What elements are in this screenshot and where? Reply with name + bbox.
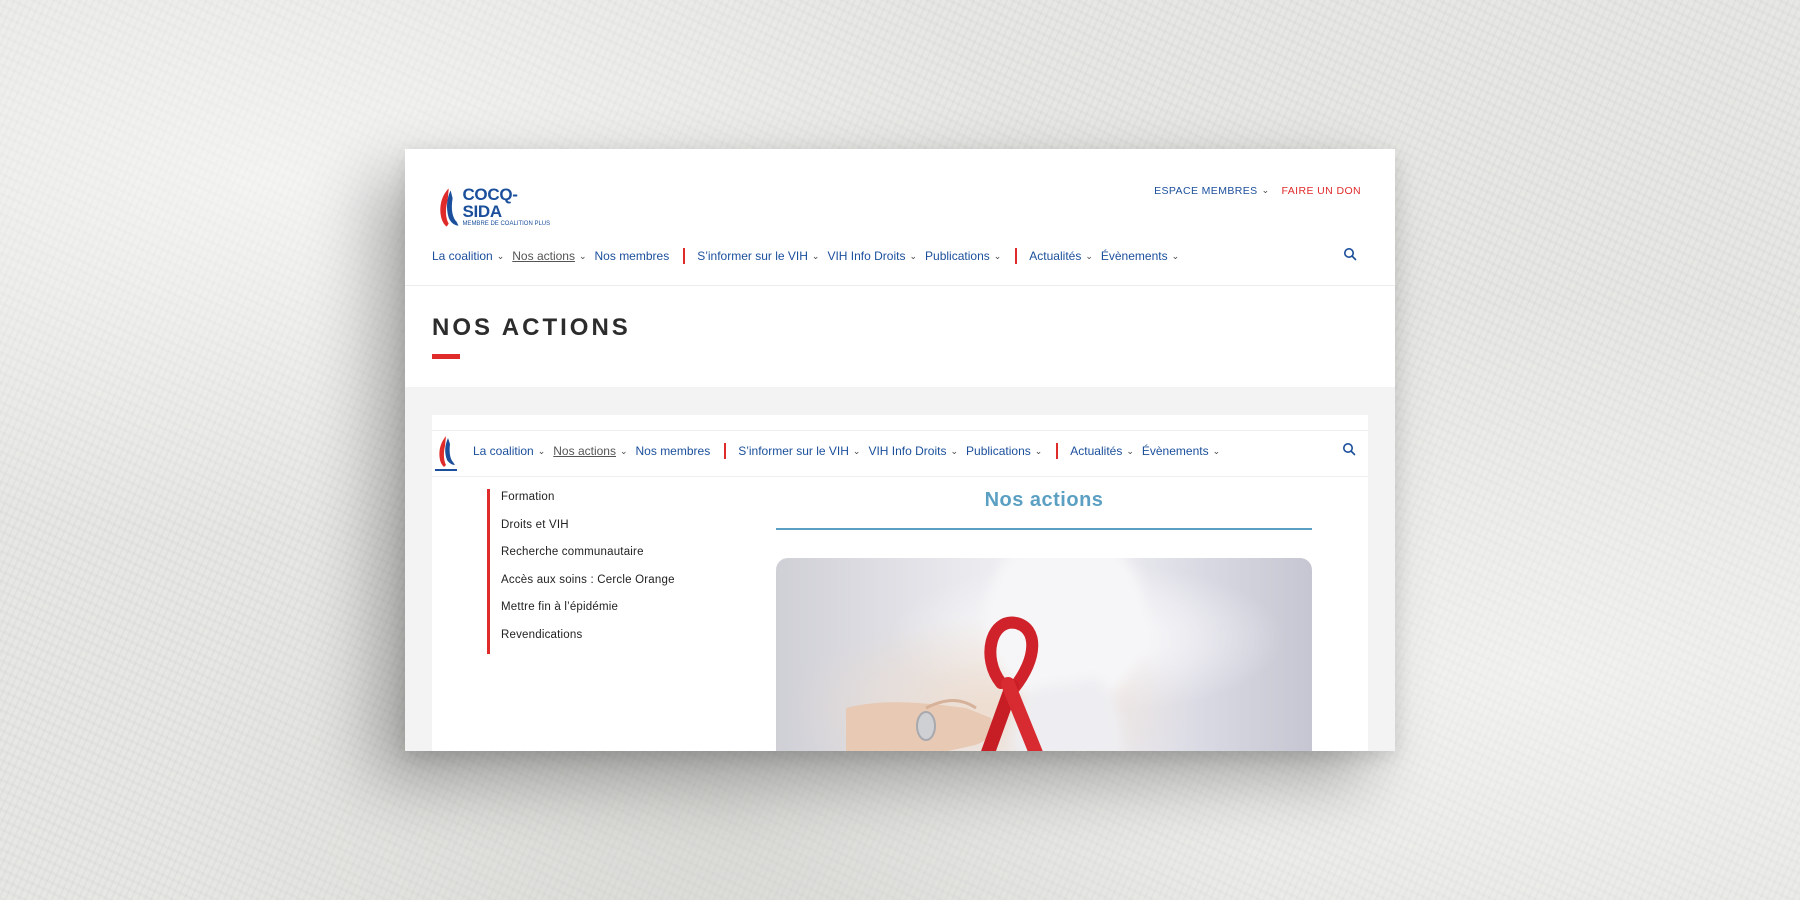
nav-separator [724,443,727,459]
chevron-down-icon: ⌄ [537,446,546,456]
chevron-down-icon: ⌄ [993,251,1002,261]
faire-un-don-link[interactable]: FAIRE UN DON [1282,185,1361,197]
inner-nav-item-vih-info-droits[interactable]: VIH Info Droits ⌄ [868,444,958,458]
top-links: ESPACE MEMBRES ⌄ FAIRE UN DON [1154,185,1361,197]
nav-label: S’informer sur le VIH [738,444,849,458]
nav-item-publications[interactable]: Publications ⌄ [925,249,1001,263]
submenu-item-acces-aux-soins[interactable]: Accès aux soins : Cercle Orange [501,572,675,600]
nav-label: VIH Info Droits [827,249,906,263]
inner-sticky-nav: La coalition ⌄ Nos actions ⌄ Nos membres S… [432,430,1368,477]
chevron-down-icon: ⌄ [1034,446,1043,456]
browser-screen: COCQ-SIDA MEMBRE DE COALITION PLUS ESPAC… [405,149,1395,751]
nav-label: Nos actions [553,444,616,458]
nav-separator [1056,443,1059,459]
submenu-item-recherche-communautaire[interactable]: Recherche communautaire [501,544,675,572]
inner-nav-item-evenements[interactable]: Évènements ⌄ [1142,444,1220,458]
inner-title-rule [776,528,1312,530]
title-underline [432,354,460,359]
nav-item-vih-info-droits[interactable]: VIH Info Droits ⌄ [827,249,917,263]
chevron-down-icon: ⌄ [950,446,959,456]
chevron-down-icon: ⌄ [1126,446,1134,456]
nav-label: La coalition [432,249,493,263]
inner-nav-item-nos-actions[interactable]: Nos actions ⌄ [553,444,627,458]
nav-item-nos-actions[interactable]: Nos actions ⌄ [512,249,586,263]
actions-submenu: Formation Droits et VIH Recherche commun… [487,489,675,654]
chevron-down-icon: ⌄ [578,251,587,261]
chevron-down-icon: ⌄ [496,251,505,261]
search-icon[interactable] [1342,442,1356,456]
search-icon[interactable] [1343,247,1357,261]
inner-nav-item-nos-membres[interactable]: Nos membres [636,444,711,458]
inner-logo-icon[interactable] [432,434,460,474]
espace-membres-label: ESPACE MEMBRES [1154,185,1258,197]
nav-item-evenements[interactable]: Évènements ⌄ [1101,249,1179,263]
page-title: NOS ACTIONS [432,314,631,341]
espace-membres-link[interactable]: ESPACE MEMBRES ⌄ [1154,185,1269,197]
nav-label: La coalition [473,444,534,458]
nav-label: Actualités [1029,249,1082,263]
embedded-page-screenshot: La coalition ⌄ Nos actions ⌄ Nos membres S… [432,415,1368,751]
inner-main-nav: La coalition ⌄ Nos actions ⌄ Nos membres S… [473,443,1228,459]
nav-label: Publications [925,249,990,263]
inner-nav-item-actualites[interactable]: Actualités ⌄ [1070,444,1134,458]
nav-item-actualites[interactable]: Actualités ⌄ [1029,249,1093,263]
chevron-down-icon: ⌄ [1261,185,1270,195]
logo-tagline: MEMBRE DE COALITION PLUS [462,221,551,227]
submenu-item-revendications[interactable]: Revendications [501,627,675,655]
nav-separator [683,248,686,264]
nav-item-la-coalition[interactable]: La coalition ⌄ [432,249,504,263]
chevron-down-icon: ⌄ [1212,446,1221,456]
inner-nav-item-la-coalition[interactable]: La coalition ⌄ [473,444,545,458]
nav-label: Évènements [1100,249,1168,263]
site-header: COCQ-SIDA MEMBRE DE COALITION PLUS ESPAC… [405,149,1395,286]
nav-label: Évènements [1141,444,1209,458]
nav-label: Publications [966,444,1031,458]
nav-label: Nos actions [512,249,575,263]
inner-section-title: Nos actions [984,489,1104,511]
submenu-item-formation[interactable]: Formation [501,489,675,517]
chevron-down-icon: ⌄ [1171,251,1180,261]
submenu-item-droits-et-vih[interactable]: Droits et VIH [501,517,675,545]
nav-separator [1015,248,1018,264]
chevron-down-icon: ⌄ [852,446,861,456]
nav-label: Actualités [1070,444,1123,458]
nav-item-nos-membres[interactable]: Nos membres [595,249,670,263]
logo-name: COCQ-SIDA [462,185,518,221]
red-ribbon-photo [776,558,1312,751]
chevron-down-icon: ⌄ [909,251,918,261]
main-nav: La coalition ⌄ Nos actions ⌄ Nos membres S… [432,248,1187,264]
site-logo[interactable]: COCQ-SIDA MEMBRE DE COALITION PLUS [435,185,555,229]
chevron-down-icon: ⌄ [1085,251,1093,261]
nav-item-sinformer[interactable]: S’informer sur le VIH ⌄ [697,249,819,263]
nav-label: S’informer sur le VIH [697,249,808,263]
chevron-down-icon: ⌄ [811,251,820,261]
ribbon-logo-icon [440,188,459,227]
chevron-down-icon: ⌄ [619,446,628,456]
inner-nav-item-sinformer[interactable]: S’informer sur le VIH ⌄ [738,444,860,458]
submenu-item-mettre-fin[interactable]: Mettre fin à l’épidémie [501,599,675,627]
inner-nav-item-publications[interactable]: Publications ⌄ [966,444,1042,458]
nav-label: VIH Info Droits [868,444,947,458]
